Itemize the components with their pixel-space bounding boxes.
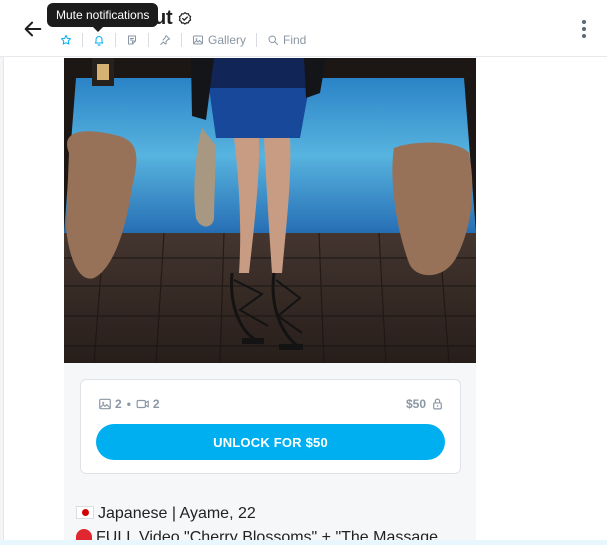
pool-scene-image [64, 58, 476, 363]
price-tag: $50 [406, 397, 444, 411]
find-button[interactable]: Find [257, 31, 316, 49]
find-label: Find [283, 33, 307, 47]
post-preview-image[interactable] [64, 58, 476, 363]
back-arrow-icon[interactable] [22, 18, 44, 40]
description-line-1-text: Japanese | Ayame, 22 [98, 505, 256, 522]
video-icon [136, 399, 149, 409]
search-icon [268, 35, 279, 45]
gallery-label: Gallery [208, 33, 247, 47]
notes-button[interactable] [116, 31, 148, 49]
chat-page: naut Gallery [0, 0, 607, 545]
chat-header: naut Gallery [0, 0, 607, 57]
pin-icon [160, 35, 170, 45]
bell-icon [94, 36, 104, 46]
chat-toolbar: Gallery Find [50, 31, 316, 49]
composer-edge [0, 540, 607, 545]
post-description: Japanese | Ayame, 22 FULL Video "Cherry … [76, 502, 471, 545]
mute-notifications-tooltip: Mute notifications [47, 3, 159, 32]
locked-content-card: 2 • 2 $50 UNLOCK FOR $50 [80, 379, 461, 474]
image-icon [193, 35, 203, 45]
message-post: 2 • 2 $50 UNLOCK FOR $50 Japanese | Ayam… [64, 58, 476, 545]
gallery-button[interactable]: Gallery [182, 31, 256, 49]
sidebar-edge [0, 0, 4, 545]
pin-button[interactable] [149, 31, 181, 49]
note-icon [128, 35, 136, 45]
media-count: 2 • 2 [98, 397, 160, 411]
count-separator: • [126, 397, 131, 411]
image-icon [99, 398, 111, 410]
favorite-button[interactable] [50, 31, 82, 49]
price-value: $50 [405, 397, 426, 411]
lock-icon [433, 398, 442, 410]
mute-notifications-button[interactable] [83, 31, 115, 49]
more-vertical-icon[interactable] [576, 18, 592, 40]
verified-icon [179, 11, 192, 25]
description-line-1: Japanese | Ayame, 22 [76, 502, 471, 526]
star-icon [61, 35, 71, 45]
images-count: 2 [115, 397, 122, 411]
japan-flag-icon [76, 506, 94, 519]
videos-count: 2 [152, 397, 160, 411]
unlock-button[interactable]: UNLOCK FOR $50 [96, 424, 445, 460]
